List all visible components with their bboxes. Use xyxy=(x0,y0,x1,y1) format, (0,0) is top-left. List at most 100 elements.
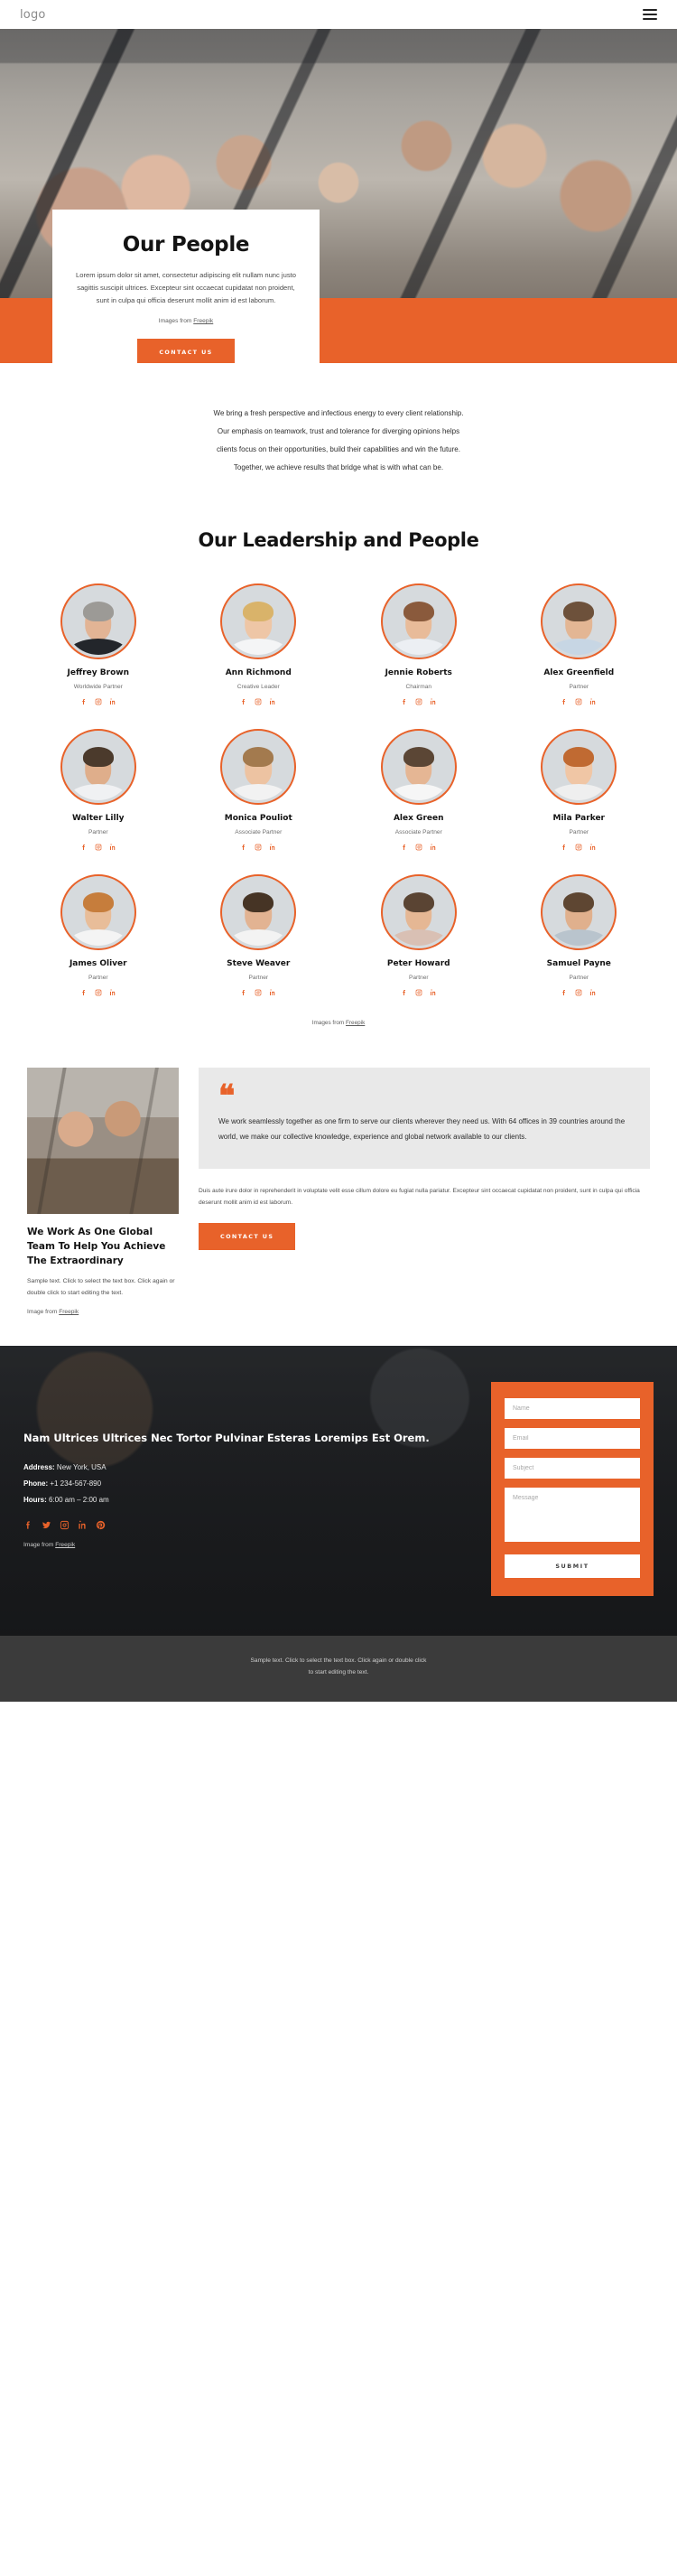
member-social-links xyxy=(342,698,496,705)
avatar xyxy=(60,874,136,950)
linkedin-icon[interactable] xyxy=(269,844,276,851)
quote-mark-icon: ❝ xyxy=(218,1078,235,1115)
team-member-card[interactable]: Jeffrey Brown Worldwide Partner xyxy=(22,583,175,705)
linkedin-icon[interactable] xyxy=(430,844,437,851)
facebook-icon[interactable] xyxy=(561,844,568,851)
linkedin-icon[interactable] xyxy=(589,698,597,705)
avatar-photo xyxy=(545,588,612,655)
global-contact-us-button[interactable]: CONTACT US xyxy=(199,1223,296,1251)
freepik-link[interactable]: Freepik xyxy=(346,1020,365,1026)
facebook-icon[interactable] xyxy=(401,698,408,705)
team-member-card[interactable]: Alex Greenfield Partner xyxy=(503,583,656,705)
linkedin-icon[interactable] xyxy=(589,989,597,996)
member-role: Partner xyxy=(88,975,108,981)
facebook-icon[interactable] xyxy=(561,698,568,705)
team-member-card[interactable]: Jennie Roberts Chairman xyxy=(342,583,496,705)
hamburger-menu-icon[interactable] xyxy=(643,9,657,20)
instagram-icon[interactable] xyxy=(95,844,102,851)
quote-text: We work seamlessly together as one firm … xyxy=(218,1117,626,1142)
pinterest-icon[interactable] xyxy=(96,1520,106,1530)
site-footer: Sample text. Click to select the text bo… xyxy=(0,1636,677,1703)
facebook-icon[interactable] xyxy=(80,844,88,851)
submit-button[interactable]: SUBMIT xyxy=(505,1554,640,1579)
instagram-icon[interactable] xyxy=(95,698,102,705)
facebook-icon[interactable] xyxy=(240,698,247,705)
linkedin-icon[interactable] xyxy=(430,698,437,705)
freepik-link[interactable]: Freepik xyxy=(59,1309,79,1315)
avatar xyxy=(380,583,457,659)
hours-label: Hours: xyxy=(23,1496,47,1505)
instagram-icon[interactable] xyxy=(575,844,582,851)
team-member-card[interactable]: Mila Parker Partner xyxy=(503,729,656,851)
linkedin-icon[interactable] xyxy=(109,844,116,851)
linkedin-icon[interactable] xyxy=(589,844,597,851)
member-role: Partner xyxy=(569,975,589,981)
avatar xyxy=(60,583,136,659)
logo[interactable]: logo xyxy=(20,8,46,22)
contact-hours: Hours: 6:00 am – 2:00 am xyxy=(23,1496,475,1504)
facebook-icon[interactable] xyxy=(80,989,88,996)
hero-card: Our People Lorem ipsum dolor sit amet, c… xyxy=(52,210,320,363)
avatar-photo xyxy=(385,588,452,655)
phone-label: Phone: xyxy=(23,1479,49,1489)
team-member-card[interactable]: Monica Pouliot Associate Partner xyxy=(182,729,336,851)
instagram-icon[interactable] xyxy=(415,989,422,996)
avatar xyxy=(60,729,136,805)
name-input[interactable] xyxy=(505,1398,640,1420)
linkedin-icon[interactable] xyxy=(269,698,276,705)
avatar-hair xyxy=(563,891,595,912)
facebook-icon[interactable] xyxy=(80,698,88,705)
avatar xyxy=(220,583,297,659)
team-member-card[interactable]: Steve Weaver Partner xyxy=(182,874,336,996)
avatar-hair xyxy=(403,746,434,767)
instagram-icon[interactable] xyxy=(60,1520,70,1530)
instagram-icon[interactable] xyxy=(415,844,422,851)
facebook-icon[interactable] xyxy=(561,989,568,996)
subject-input[interactable] xyxy=(505,1458,640,1479)
global-team-photo xyxy=(27,1068,179,1214)
team-member-card[interactable]: Alex Green Associate Partner xyxy=(342,729,496,851)
facebook-icon[interactable] xyxy=(240,844,247,851)
member-name: Monica Pouliot xyxy=(224,814,292,823)
freepik-link[interactable]: Freepik xyxy=(55,1542,75,1548)
instagram-icon[interactable] xyxy=(95,989,102,996)
twitter-icon[interactable] xyxy=(42,1520,51,1530)
email-input[interactable] xyxy=(505,1428,640,1450)
member-social-links xyxy=(342,989,496,996)
instagram-icon[interactable] xyxy=(575,989,582,996)
facebook-icon[interactable] xyxy=(23,1520,33,1530)
team-member-card[interactable]: Ann Richmond Creative Leader xyxy=(182,583,336,705)
team-member-card[interactable]: Peter Howard Partner xyxy=(342,874,496,996)
freepik-link[interactable]: Freepik xyxy=(193,318,213,324)
linkedin-icon[interactable] xyxy=(430,989,437,996)
member-role: Partner xyxy=(569,684,589,690)
facebook-icon[interactable] xyxy=(401,844,408,851)
instagram-icon[interactable] xyxy=(575,698,582,705)
facebook-icon[interactable] xyxy=(240,989,247,996)
member-name: Ann Richmond xyxy=(225,668,292,677)
avatar-photo xyxy=(225,588,292,655)
message-input[interactable] xyxy=(505,1488,640,1543)
instagram-icon[interactable] xyxy=(255,989,262,996)
hero-contact-us-button[interactable]: CONTACT US xyxy=(137,339,235,363)
instagram-icon[interactable] xyxy=(255,698,262,705)
member-name: James Oliver xyxy=(69,959,127,968)
intro-section: We bring a fresh perspective and infecti… xyxy=(0,363,677,513)
linkedin-icon[interactable] xyxy=(269,989,276,996)
hero-section: Our People Lorem ipsum dolor sit amet, c… xyxy=(0,29,677,363)
team-member-card[interactable]: Walter Lilly Partner xyxy=(22,729,175,851)
contact-address: Address: New York, USA xyxy=(23,1463,475,1471)
instagram-icon[interactable] xyxy=(415,698,422,705)
member-social-links xyxy=(503,989,656,996)
member-name: Peter Howard xyxy=(386,959,450,968)
facebook-icon[interactable] xyxy=(401,989,408,996)
team-member-card[interactable]: James Oliver Partner xyxy=(22,874,175,996)
linkedin-icon[interactable] xyxy=(109,989,116,996)
avatar-hair xyxy=(563,601,595,621)
linkedin-icon[interactable] xyxy=(109,698,116,705)
linkedin-icon[interactable] xyxy=(78,1520,88,1530)
footer-line-2: to start editing the text. xyxy=(308,1668,369,1675)
site-header: logo xyxy=(0,0,677,29)
team-member-card[interactable]: Samuel Payne Partner xyxy=(503,874,656,996)
instagram-icon[interactable] xyxy=(255,844,262,851)
